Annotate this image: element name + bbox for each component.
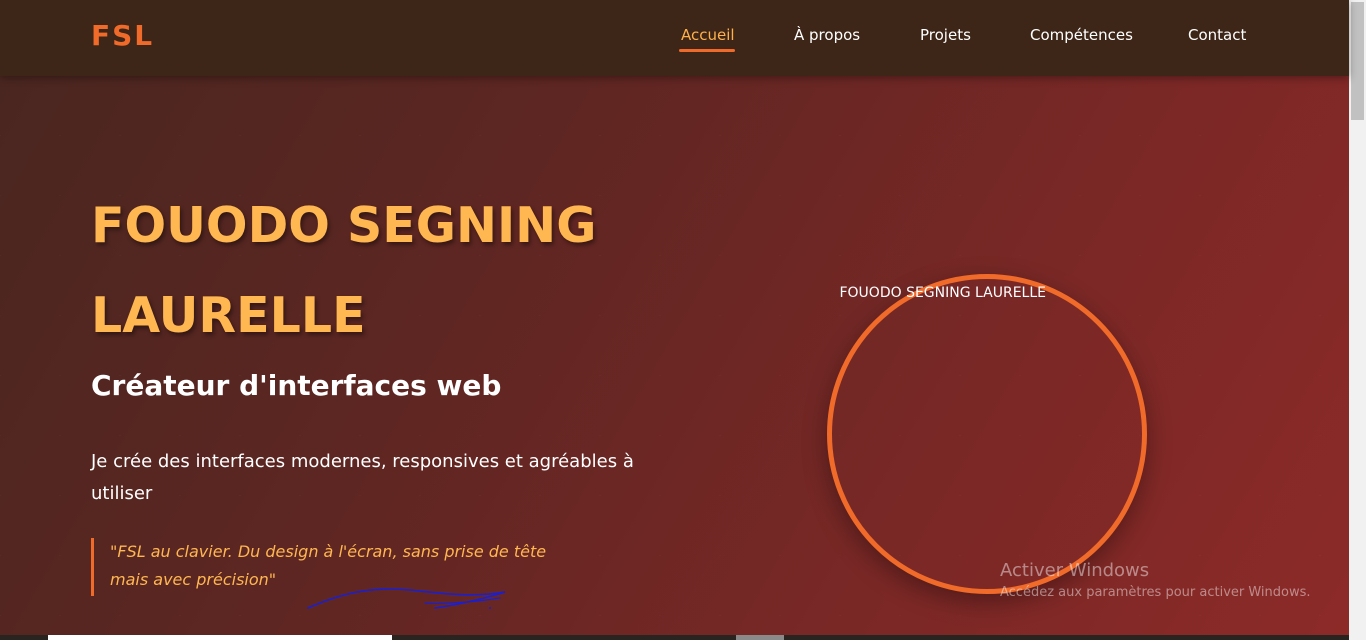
watermark-subtitle: Accédez aux paramètres pour activer Wind… <box>1000 585 1311 600</box>
site-logo[interactable]: FSL <box>91 19 154 52</box>
hero-subtitle: Créateur d'interfaces web <box>91 369 502 402</box>
profile-image-frame <box>827 274 1147 594</box>
scrollbar-thumb[interactable] <box>1351 2 1364 120</box>
bottom-strip-highlight <box>48 635 392 640</box>
nav-link-accueil[interactable]: Accueil <box>681 26 735 44</box>
windows-activation-watermark: Activer Windows Accédez aux paramètres p… <box>1000 560 1311 600</box>
nav-link-a-propos[interactable]: À propos <box>794 26 860 44</box>
bottom-edge-strip <box>0 635 1349 640</box>
pen-scribble-annotation <box>307 588 506 609</box>
page-scrollbar[interactable] <box>1349 0 1366 640</box>
watermark-title: Activer Windows <box>1000 560 1150 581</box>
hero-section: FOUODO SEGNING LAURELLE Créateur d'inter… <box>0 76 1349 635</box>
active-nav-indicator <box>679 49 735 52</box>
nav-link-contact[interactable]: Contact <box>1188 26 1246 44</box>
bottom-strip-marker <box>736 635 784 640</box>
hero-description: Je crée des interfaces modernes, respons… <box>91 451 634 504</box>
hero-title: FOUODO SEGNING LAURELLE <box>91 197 597 344</box>
nav-link-projets[interactable]: Projets <box>920 26 971 44</box>
navbar: FSL Accueil À propos Projets Compétences… <box>0 0 1349 76</box>
profile-image-alt-text: FOUODO SEGNING LAURELLE <box>839 285 1046 301</box>
nav-link-competences[interactable]: Compétences <box>1030 26 1133 44</box>
